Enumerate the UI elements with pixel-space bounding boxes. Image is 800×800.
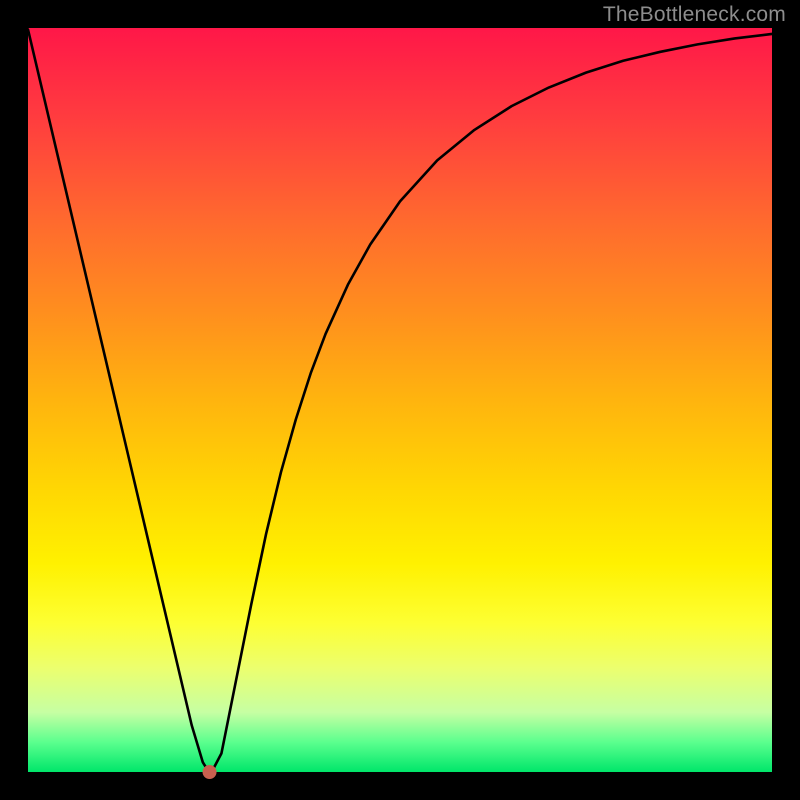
bottleneck-curve-svg xyxy=(28,28,772,772)
chart-container: TheBottleneck.com xyxy=(0,0,800,800)
bottleneck-curve-path xyxy=(28,29,772,769)
curve-minimum-dot xyxy=(203,766,216,779)
watermark-label: TheBottleneck.com xyxy=(603,3,786,27)
